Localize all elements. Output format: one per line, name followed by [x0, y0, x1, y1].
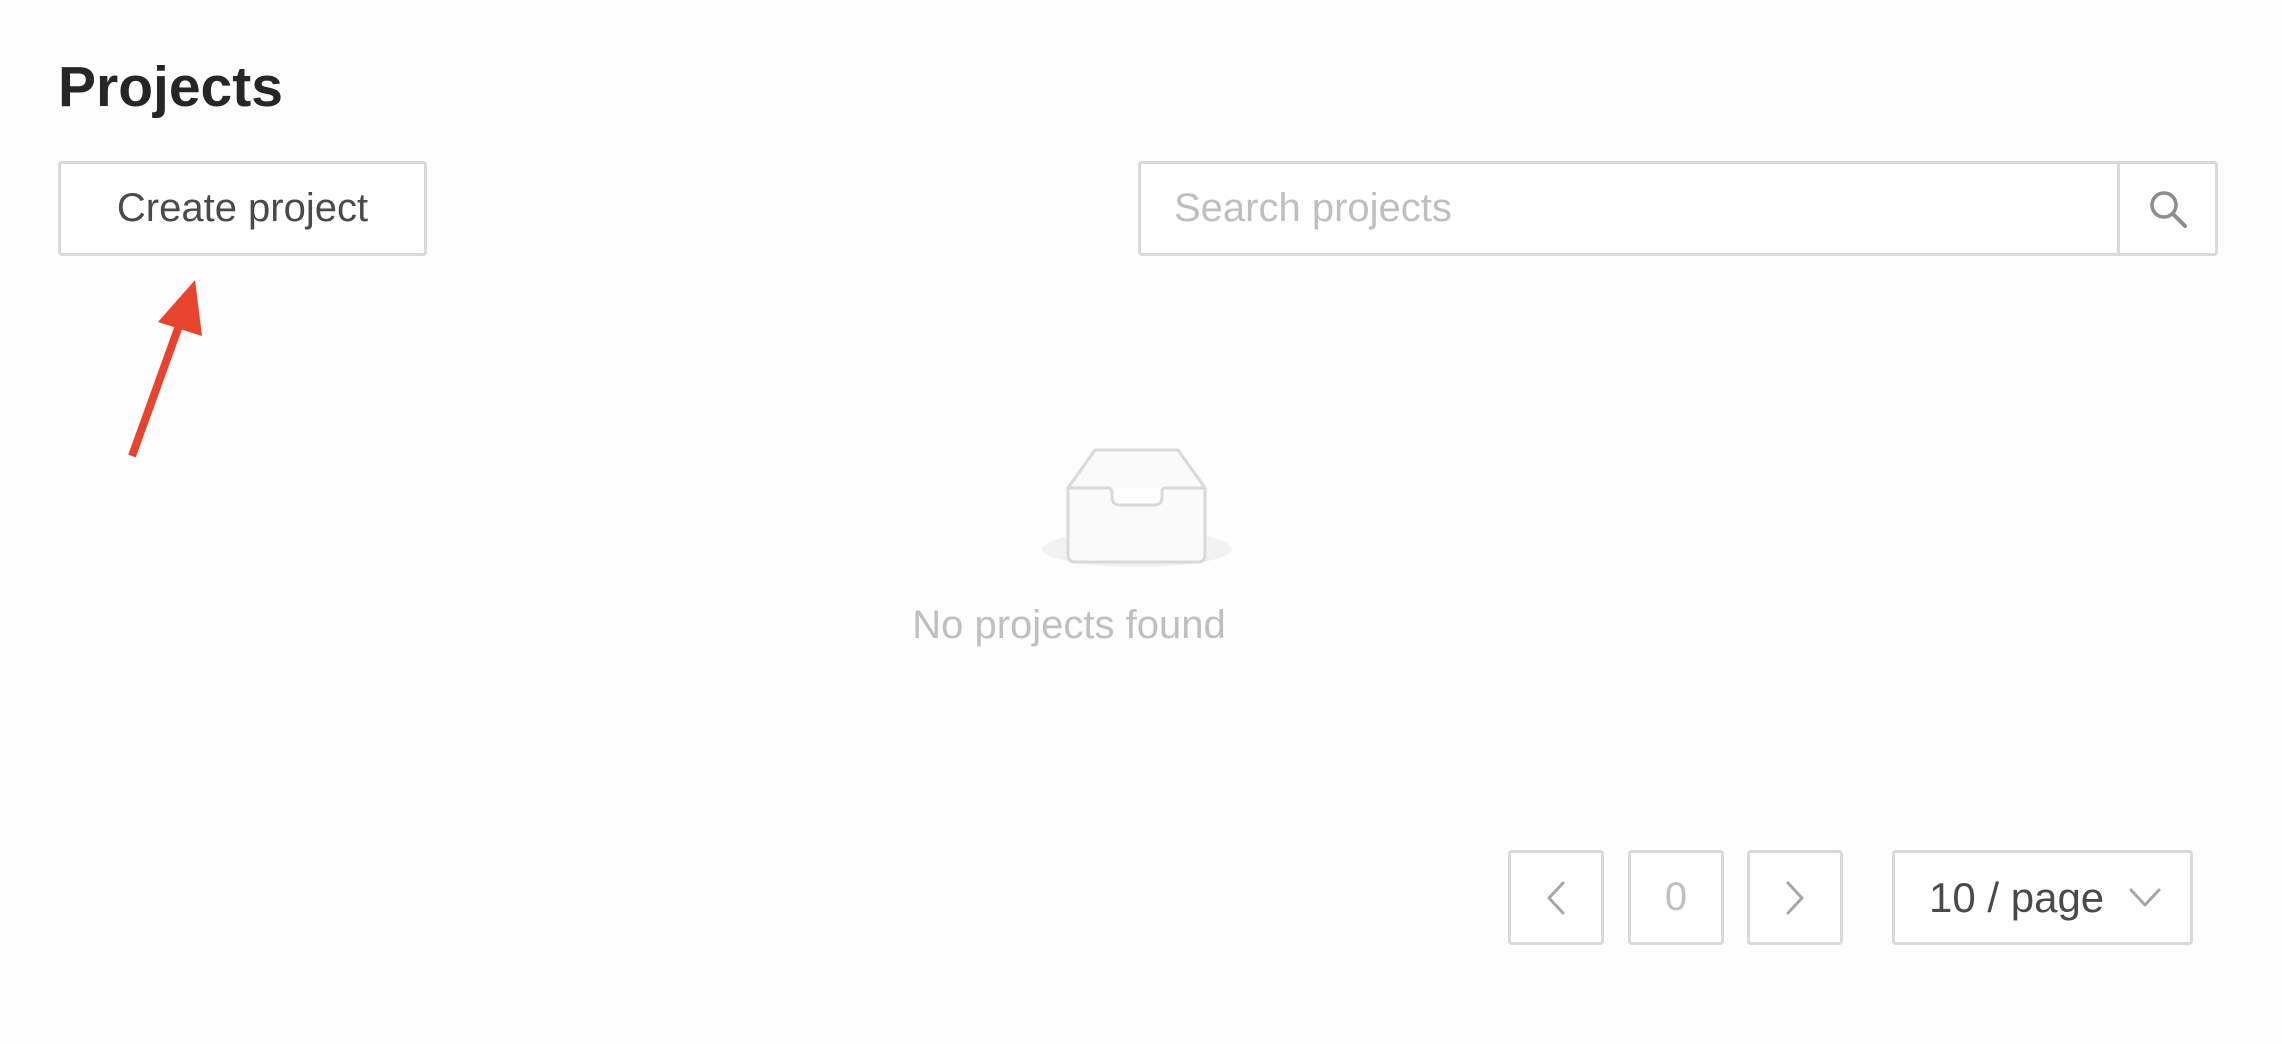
search-box: [1138, 161, 2218, 256]
empty-state-message: No projects found: [912, 603, 1226, 647]
create-project-button[interactable]: Create project: [58, 161, 427, 256]
search-icon: [2149, 190, 2187, 228]
pagination-next-button[interactable]: [1747, 850, 1843, 945]
current-page-number: 0: [1664, 875, 1688, 919]
page-size-label: 10 / page: [1929, 873, 2105, 921]
create-project-label: Create project: [116, 186, 369, 230]
page-title: Projects: [58, 55, 283, 119]
search-button[interactable]: [2117, 164, 2215, 253]
search-input[interactable]: [1141, 164, 2117, 253]
chevron-left-icon: [1547, 881, 1565, 914]
chevron-down-icon: [2129, 888, 2161, 907]
projects-page: Projects Create project No projects foun…: [0, 0, 2282, 1044]
page-size-select[interactable]: 10 / page: [1892, 850, 2193, 945]
pagination-current-page[interactable]: 0: [1628, 850, 1724, 945]
empty-inbox-icon: [1042, 448, 1232, 567]
chevron-right-icon: [1786, 881, 1804, 914]
annotation-arrow-icon: [128, 280, 202, 458]
pagination-prev-button[interactable]: [1508, 850, 1604, 945]
